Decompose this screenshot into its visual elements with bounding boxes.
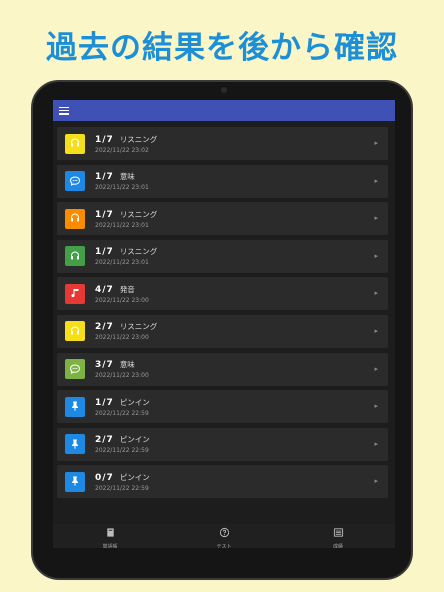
app-screen: 1/7 リスニング 2022/11/22 23:02 ▸ 1/7 意味 2022… <box>53 100 395 548</box>
chevron-right-icon: ▸ <box>374 364 378 373</box>
result-row[interactable]: 2/7 リスニング 2022/11/22 23:00 ▸ <box>57 314 388 348</box>
headphones-icon <box>69 134 81 153</box>
result-row[interactable]: 1/7 意味 2022/11/22 23:01 ▸ <box>57 164 388 198</box>
music-note-tile <box>65 283 85 304</box>
result-row[interactable]: 1/7 リスニング 2022/11/22 23:02 ▸ <box>57 127 388 160</box>
list-icon <box>333 523 344 542</box>
pin-icon <box>69 472 81 491</box>
pin-tile <box>65 471 85 492</box>
result-score: 1/7 <box>95 172 114 183</box>
result-score: 2/7 <box>95 435 114 446</box>
result-test-type: ピンイン <box>119 435 150 445</box>
result-test-type: リスニング <box>119 134 158 144</box>
headphones-icon <box>69 247 81 266</box>
result-row[interactable]: 3/7 意味 2022/11/22 23:00 ▸ <box>57 352 388 386</box>
result-score: 3/7 <box>95 360 114 371</box>
nav-label: 単語帳 <box>102 543 118 549</box>
result-test-type: ピンイン <box>119 397 150 407</box>
result-row[interactable]: 1/7 リスニング 2022/11/22 23:01 ▸ <box>57 202 388 236</box>
result-date: 2022/11/22 23:00 <box>95 296 149 304</box>
result-texts: 4/7 発音 2022/11/22 23:00 <box>95 284 149 304</box>
result-test-type: リスニング <box>119 322 158 332</box>
result-test-type: 発音 <box>119 284 135 294</box>
result-row[interactable]: 1/7 リスニング 2022/11/22 23:01 ▸ <box>57 239 388 273</box>
result-texts: 2/7 リスニング 2022/11/22 23:00 <box>95 321 157 341</box>
result-row[interactable]: 0/7 ピンイン 2022/11/22 22:59 ▸ <box>57 465 388 499</box>
chevron-right-icon: ▸ <box>374 289 378 298</box>
chevron-right-icon: ▸ <box>374 326 378 335</box>
nav-item-0[interactable]: 単語帳 <box>70 524 150 548</box>
result-test-type: リスニング <box>119 209 158 219</box>
tablet-frame: 1/7 リスニング 2022/11/22 23:02 ▸ 1/7 意味 2022… <box>31 80 413 580</box>
pin-tile <box>65 434 85 455</box>
result-date: 2022/11/22 23:00 <box>95 372 149 380</box>
chat-bubble-tile <box>65 171 85 192</box>
result-date: 2022/11/22 23:00 <box>95 334 149 342</box>
result-date: 2022/11/22 22:59 <box>95 409 149 417</box>
chevron-right-icon: ▸ <box>374 402 378 411</box>
result-texts: 1/7 リスニング 2022/11/22 23:02 <box>95 134 157 154</box>
pin-tile <box>65 396 85 417</box>
result-date: 2022/11/22 22:59 <box>95 447 149 455</box>
result-test-type: リスニング <box>119 247 158 257</box>
result-test-type: ピンイン <box>119 472 150 482</box>
result-texts: 1/7 リスニング 2022/11/22 23:01 <box>95 209 157 229</box>
result-texts: 1/7 リスニング 2022/11/22 23:01 <box>95 246 157 266</box>
headphones-tile <box>65 133 85 154</box>
result-texts: 2/7 ピンイン 2022/11/22 22:59 <box>95 434 150 454</box>
chevron-right-icon: ▸ <box>374 251 378 260</box>
result-score: 0/7 <box>95 472 114 483</box>
result-score: 4/7 <box>95 284 114 295</box>
result-score: 1/7 <box>95 247 114 258</box>
chevron-right-icon: ▸ <box>374 477 378 486</box>
promo-headline: 過去の結果を後から確認 <box>46 30 398 66</box>
result-score: 2/7 <box>95 322 114 333</box>
chevron-right-icon: ▸ <box>374 176 378 185</box>
chat-bubble-tile <box>65 359 85 380</box>
headphones-tile <box>65 321 85 342</box>
chevron-right-icon: ▸ <box>374 139 378 147</box>
question-circle-icon <box>219 523 230 542</box>
chat-bubble-icon <box>69 360 81 379</box>
camera-dot <box>221 87 227 93</box>
result-row[interactable]: 2/7 ピンイン 2022/11/22 22:59 ▸ <box>57 427 388 461</box>
result-score: 1/7 <box>95 134 114 145</box>
chevron-right-icon: ▸ <box>374 214 378 223</box>
nav-label: 成績 <box>332 543 343 549</box>
result-date: 2022/11/22 23:01 <box>95 184 149 192</box>
result-test-type: 意味 <box>119 172 135 182</box>
headphones-icon <box>69 209 81 228</box>
result-date: 2022/11/22 22:59 <box>95 484 149 492</box>
result-texts: 0/7 ピンイン 2022/11/22 22:59 <box>95 472 150 492</box>
hamburger-menu-icon[interactable] <box>59 106 69 115</box>
result-test-type: 意味 <box>119 360 135 370</box>
pin-icon <box>69 397 81 416</box>
result-texts: 3/7 意味 2022/11/22 23:00 <box>95 359 149 379</box>
chat-bubble-icon <box>69 172 81 191</box>
result-date: 2022/11/22 23:01 <box>95 221 149 229</box>
bottom-navigation: 単語帳 テスト 成績 <box>53 524 395 548</box>
result-texts: 1/7 意味 2022/11/22 23:01 <box>95 171 149 191</box>
music-note-icon <box>69 284 81 303</box>
headphones-tile <box>65 208 85 229</box>
result-texts: 1/7 ピンイン 2022/11/22 22:59 <box>95 397 150 417</box>
chevron-right-icon: ▸ <box>374 439 378 448</box>
nav-item-1[interactable]: テスト <box>184 524 264 548</box>
book-icon <box>105 523 116 542</box>
pin-icon <box>69 435 81 454</box>
result-date: 2022/11/22 23:01 <box>95 259 149 267</box>
result-score: 1/7 <box>95 209 114 220</box>
headphones-icon <box>69 322 81 341</box>
result-date: 2022/11/22 23:02 <box>95 146 149 154</box>
headphones-tile <box>65 246 85 267</box>
result-row[interactable]: 4/7 発音 2022/11/22 23:00 ▸ <box>57 277 388 311</box>
result-list: 1/7 リスニング 2022/11/22 23:02 ▸ 1/7 意味 2022… <box>57 127 388 503</box>
result-score: 1/7 <box>95 397 114 408</box>
nav-label: テスト <box>216 543 232 549</box>
app-bar <box>53 100 395 121</box>
nav-item-2[interactable]: 成績 <box>298 524 378 548</box>
result-row[interactable]: 1/7 ピンイン 2022/11/22 22:59 ▸ <box>57 390 388 424</box>
